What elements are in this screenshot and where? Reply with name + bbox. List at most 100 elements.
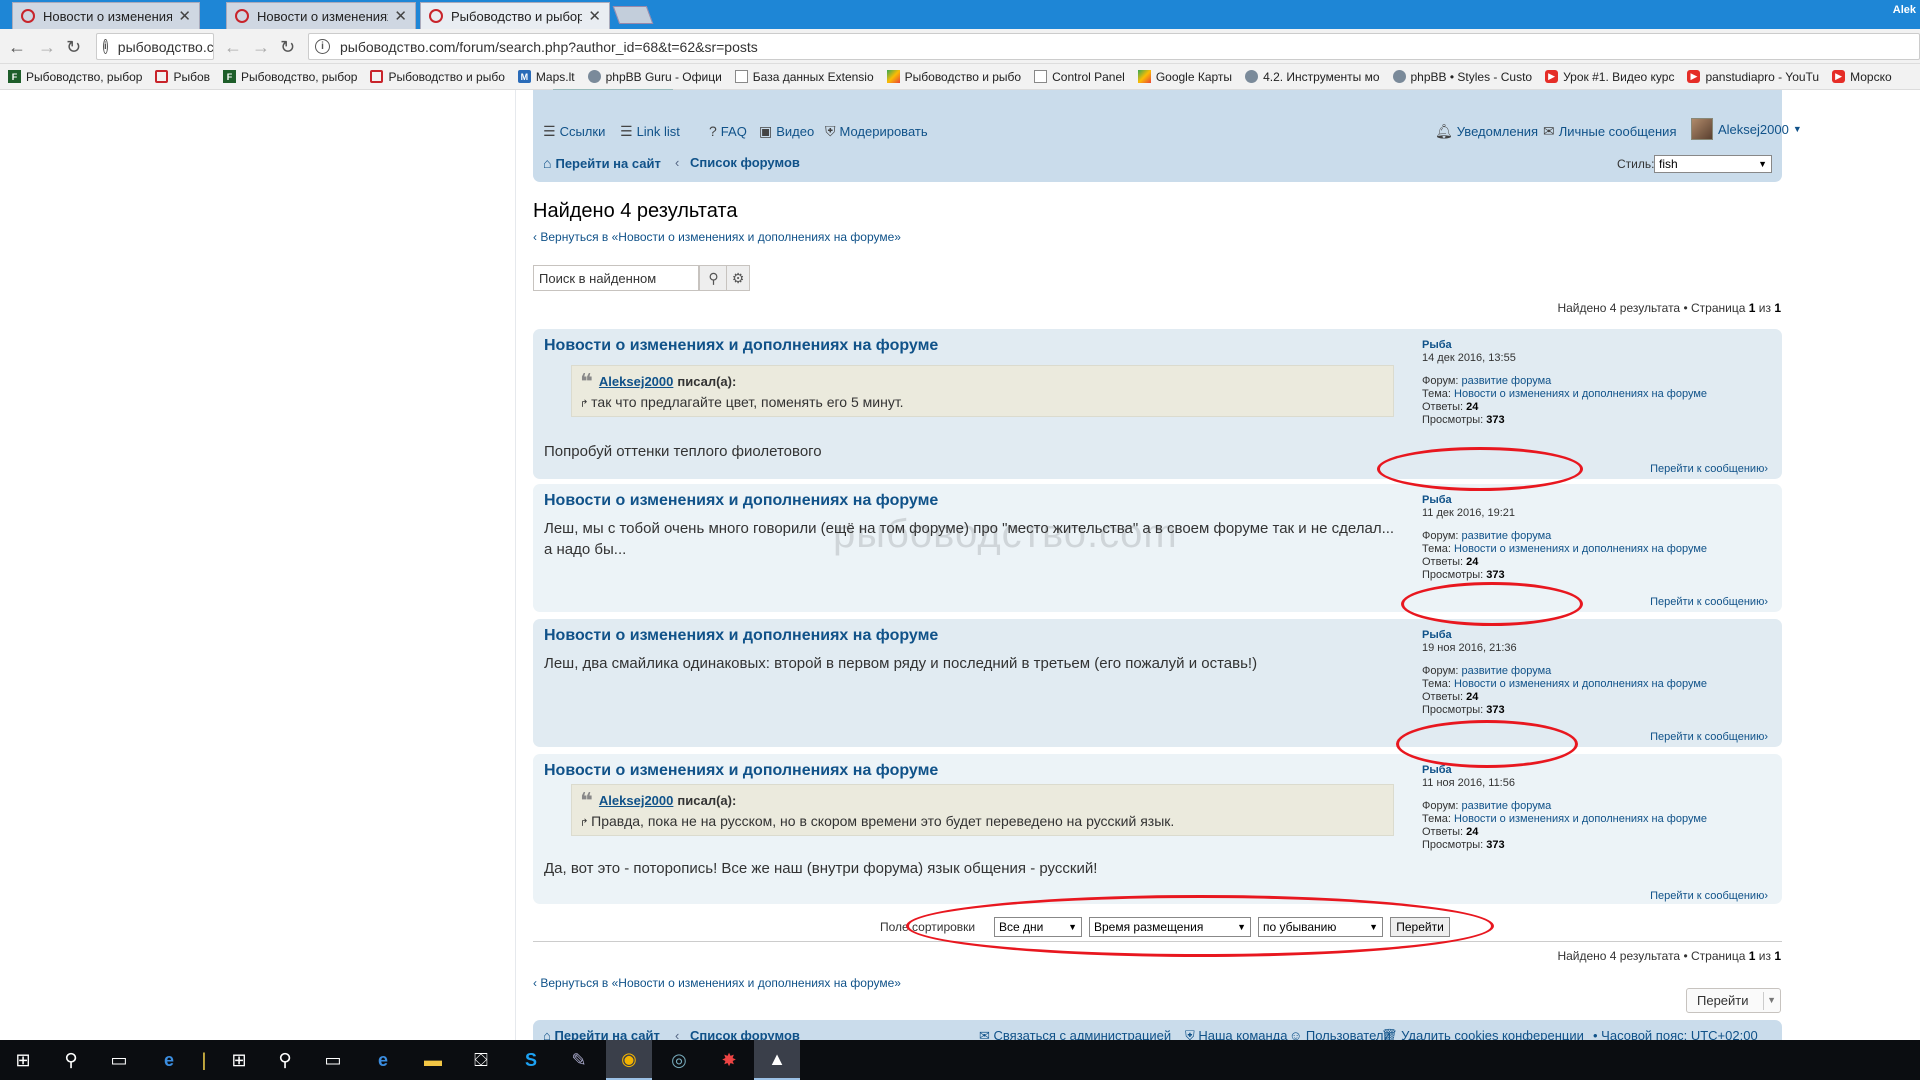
pagination-total[interactable]: 1	[1774, 949, 1781, 963]
goto-post-link[interactable]: Перейти к сообщению›	[1650, 890, 1768, 902]
bookmark-item[interactable]: ▶ Морско	[1832, 70, 1892, 84]
post-title-link[interactable]: Новости о изменениях и дополнениях на фо…	[544, 762, 938, 780]
bookmark-label: panstudiapro - YouTu	[1705, 69, 1820, 84]
edge-icon[interactable]: e	[360, 1040, 406, 1080]
post-forum-link[interactable]: развитие форума	[1462, 800, 1552, 812]
bookmark-label: Рыбоводство, рыбор	[241, 69, 358, 84]
post-title-link[interactable]: Новости о изменениях и дополнениях на фо…	[544, 492, 938, 510]
post-topic-link[interactable]: Новости о изменениях и дополнениях на фо…	[1454, 813, 1707, 825]
breadcrumb-goto-site[interactable]: ⌂ Перейти на сайт	[543, 155, 661, 171]
bookmark-favicon-icon	[886, 70, 900, 83]
nav-notifications[interactable]: 🔔︎ Уведомления	[1435, 123, 1538, 140]
bookmark-item[interactable]: M Maps.lt	[517, 70, 575, 84]
new-tab-button[interactable]	[612, 6, 654, 24]
bookmark-item[interactable]: phpBB • Styles - Custo	[1392, 70, 1532, 84]
bookmark-item[interactable]: phpBB Guru - Офици	[587, 70, 722, 84]
post-topic-link[interactable]: Новости о изменениях и дополнениях на фо…	[1454, 543, 1707, 555]
nav-private-messages[interactable]: ✉ Личные сообщения	[1543, 123, 1676, 140]
search-icon[interactable]: ⚲	[262, 1040, 308, 1080]
search-result-post: Новости о изменениях и дополнениях на фо…	[533, 329, 1782, 479]
breadcrumb-forum-list[interactable]: Список форумов	[690, 155, 800, 170]
folder-icon[interactable]: ▬	[410, 1040, 456, 1080]
windows-start-icon[interactable]: ⊞	[216, 1040, 262, 1080]
pagination-current-page[interactable]: 1	[1749, 301, 1756, 315]
bookmark-item[interactable]: Рыбоводство и рыбо	[370, 70, 505, 84]
quote-wrote: писал(а):	[677, 793, 737, 808]
post-title-link[interactable]: Новости о изменениях и дополнениях на фо…	[544, 627, 938, 645]
bookmark-item[interactable]: Рыбоводство и рыбо	[886, 70, 1021, 84]
browser-tab-3[interactable]: Рыбоводство и рыбора ✕	[420, 2, 610, 29]
forward-arrow-icon[interactable]: →	[252, 37, 270, 58]
close-icon[interactable]: ✕	[178, 7, 191, 25]
search-button[interactable]: ⚲	[699, 265, 728, 291]
nav-links[interactable]: ☰ Ссылки	[543, 123, 605, 140]
close-icon[interactable]: ✕	[588, 7, 601, 25]
pagination-total[interactable]: 1	[1774, 301, 1781, 315]
edge-icon[interactable]: e	[146, 1040, 192, 1080]
nav-video[interactable]: ▣ Видео	[759, 123, 814, 140]
post-topic-link[interactable]: Новости о изменениях и дополнениях на фо…	[1454, 678, 1707, 690]
bookmark-item[interactable]: Google Карты	[1137, 70, 1232, 84]
post-forum-link[interactable]: развитие форума	[1462, 530, 1552, 542]
jump-to-button[interactable]: Перейти ▼	[1686, 988, 1781, 1013]
sort-order-select[interactable]: по убыванию ▼	[1258, 917, 1383, 937]
profile-name[interactable]: Alek	[1893, 4, 1916, 16]
post-topic-link[interactable]: Новости о изменениях и дополнениях на фо…	[1454, 388, 1707, 400]
goto-post-link[interactable]: Перейти к сообщению›	[1650, 731, 1768, 743]
post-forum-link[interactable]: развитие форума	[1462, 375, 1552, 387]
bookmark-item[interactable]: ▶ Урок #1. Видео курс	[1545, 70, 1674, 84]
back-link[interactable]: ‹ Вернуться в «Новости о изменениях и до…	[533, 976, 901, 990]
back-arrow-icon[interactable]: ←	[8, 37, 26, 58]
nav-link-list[interactable]: ☰ Link list	[620, 123, 680, 140]
photos-icon[interactable]: ▲	[754, 1040, 800, 1080]
post-author[interactable]: Рыба	[1422, 339, 1707, 352]
goto-post-link[interactable]: Перейти к сообщению›	[1650, 463, 1768, 475]
search-icon[interactable]: ⚲	[48, 1040, 94, 1080]
quote-user-link[interactable]: Aleksej2000	[599, 374, 673, 389]
post-forum-link[interactable]: развитие форума	[1462, 665, 1552, 677]
paint-icon[interactable]: ✎	[556, 1040, 602, 1080]
sort-go-button[interactable]: Перейти	[1390, 917, 1450, 937]
reload-icon[interactable]: ↻	[280, 37, 295, 58]
skype-icon[interactable]: S	[508, 1040, 554, 1080]
post-author[interactable]: Рыба	[1422, 764, 1707, 777]
bookmark-item[interactable]: База данных Extensio	[734, 70, 874, 84]
address-bar-left[interactable]: i рыбоводство.c	[96, 33, 214, 60]
style-select[interactable]: fish ▼	[1654, 155, 1772, 173]
bookmark-item[interactable]: F Рыбоводство, рыбор	[8, 70, 142, 84]
address-bar[interactable]: i рыбоводство.com/forum/search.php?autho…	[308, 33, 1920, 60]
colorful-app-icon[interactable]: ✸	[706, 1040, 752, 1080]
close-icon[interactable]: ✕	[394, 7, 407, 25]
app-icon[interactable]: ◎	[656, 1040, 702, 1080]
post-title-link[interactable]: Новости о изменениях и дополнениях на фо…	[544, 337, 938, 355]
sort-field-select[interactable]: Время размещения ▼	[1089, 917, 1251, 937]
back-link[interactable]: ‹ Вернуться в «Новости о изменениях и до…	[533, 230, 901, 244]
post-author[interactable]: Рыба	[1422, 629, 1707, 642]
pagination-current-page[interactable]: 1	[1749, 949, 1756, 963]
forward-arrow-icon[interactable]: →	[38, 37, 56, 58]
bookmark-item[interactable]: F Рыбоводство, рыбор	[223, 70, 357, 84]
search-in-results-input[interactable]: Поиск в найденном	[533, 265, 699, 291]
bookmark-item[interactable]: Рыбов	[155, 70, 210, 84]
bookmark-item[interactable]: ▶ panstudiapro - YouTu	[1687, 70, 1819, 84]
nav-moderate[interactable]: ⛨ Модерировать	[825, 123, 928, 140]
quote-user-link[interactable]: Aleksej2000	[599, 793, 673, 808]
info-icon: i	[103, 39, 108, 54]
browser-tab-2[interactable]: Новости о изменениях ✕	[226, 2, 416, 29]
post-author[interactable]: Рыба	[1422, 494, 1707, 507]
task-view-icon[interactable]: ▭	[310, 1040, 356, 1080]
bookmark-item[interactable]: 4.2. Инструменты мо	[1245, 70, 1380, 84]
bookmark-item[interactable]: Control Panel	[1034, 70, 1125, 84]
back-arrow-icon[interactable]: ←	[224, 37, 242, 58]
goto-post-link[interactable]: Перейти к сообщению›	[1650, 596, 1768, 608]
nav-user-menu[interactable]: Aleksej2000 ▼	[1691, 118, 1802, 140]
advanced-search-button[interactable]: ⚙	[726, 265, 750, 291]
windows-start-icon[interactable]: ⊞	[0, 1040, 46, 1080]
nav-faq[interactable]: ? FAQ	[709, 123, 747, 139]
task-view-icon[interactable]: ▭	[96, 1040, 142, 1080]
store-icon[interactable]: ⛋	[458, 1040, 504, 1080]
browser-tab-1[interactable]: Новости о изменениях ✕	[12, 2, 200, 29]
sort-days-select[interactable]: Все дни ▼	[994, 917, 1082, 937]
reload-icon[interactable]: ↻	[66, 37, 81, 58]
chrome-icon[interactable]: ◉	[606, 1040, 652, 1080]
